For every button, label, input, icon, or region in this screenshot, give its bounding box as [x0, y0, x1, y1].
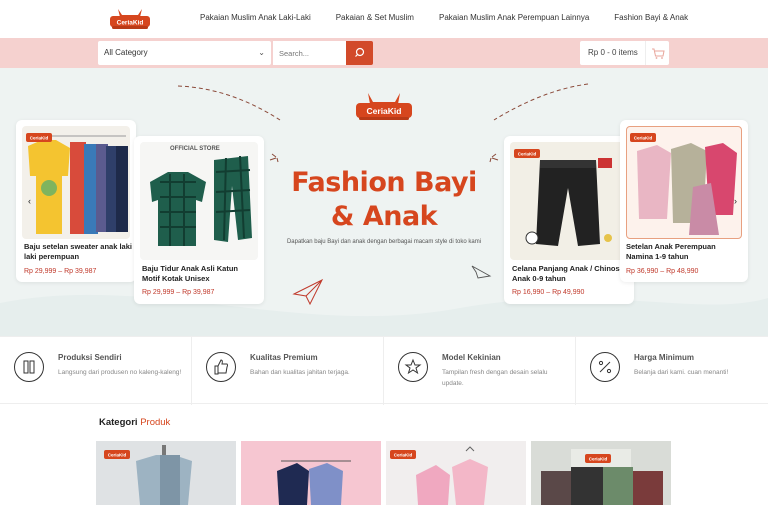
- hero-title-line2: & Anak: [330, 201, 438, 232]
- svg-text:CeriaKid: CeriaKid: [30, 136, 49, 141]
- cart-icon: [652, 48, 665, 59]
- cart-button[interactable]: [645, 41, 669, 65]
- feature-title: Model Kekinian: [442, 353, 501, 362]
- category-card[interactable]: CeriaKid: [96, 441, 236, 505]
- svg-text:CeriaKid: CeriaKid: [117, 20, 144, 27]
- product-price: Rp 16,990 – Rp 49,990: [512, 289, 585, 296]
- dashed-swirl-left: [177, 85, 281, 121]
- product-price: Rp 36,990 – Rp 48,990: [626, 268, 699, 275]
- feature-item: Kualitas Premium Bahan dan kualitas jahi…: [192, 337, 384, 405]
- feature-item: Model Kekinian Tampilan fresh dengan des…: [384, 337, 576, 405]
- search-button[interactable]: [346, 41, 373, 65]
- nav-item-perempuan[interactable]: Pakaian Muslim Anak Perempuan Lainnya: [439, 13, 589, 22]
- svg-text:CeriaKid: CeriaKid: [589, 457, 608, 462]
- product-card[interactable]: OFFICIAL STORE Baju Tidur Anak Asli Katu…: [134, 136, 264, 304]
- kategori-heading-accent: Produk: [140, 417, 171, 428]
- percent-icon: [590, 352, 620, 382]
- carousel-prev-arrow[interactable]: ‹: [28, 196, 31, 206]
- cart-summary[interactable]: Rp 0 - 0 items: [580, 41, 669, 65]
- category-image: [277, 460, 351, 505]
- cart-label: Rp 0 - 0 items: [588, 48, 638, 57]
- carousel-next-arrow[interactable]: ›: [734, 196, 737, 206]
- feature-desc: Langsung dari produsen no kaleng-kaleng!: [58, 369, 182, 376]
- nav-item-fashion-bayi[interactable]: Fashion Bayi & Anak: [614, 13, 688, 22]
- sparkle-right: [489, 153, 499, 163]
- product-price: Rp 29,999 – Rp 39,987: [142, 289, 215, 296]
- paper-plane-icon: [292, 278, 324, 306]
- ceriakid-badge: CeriaKid: [26, 130, 52, 144]
- hero-title-line1: Fashion Bayi: [291, 167, 477, 198]
- features-bar: Produksi Sendiri Langsung dari produsen …: [0, 336, 768, 405]
- chevron-down-icon: ⌄: [258, 48, 265, 57]
- ceriakid-badge: CeriaKid: [514, 146, 540, 160]
- product-card[interactable]: CeriaKid Setelan Anak Perempuan Namina 1…: [620, 120, 748, 282]
- star-icon: [398, 352, 428, 382]
- ceriakid-badge: CeriaKid: [390, 447, 416, 461]
- feature-desc: Bahan dan kualitas jahitan terjaga.: [250, 369, 350, 376]
- product-name[interactable]: Celana Panjang Anak / Chinos Anak 0-9 ta…: [512, 264, 628, 284]
- product-image[interactable]: [140, 142, 258, 260]
- svg-text:CeriaKid: CeriaKid: [367, 106, 402, 116]
- product-name[interactable]: Baju Tidur Anak Asli Katun Motif Kotak U…: [142, 264, 256, 284]
- dashed-swirl-right: [493, 83, 589, 121]
- hero-banner: CeriaKid Fashion Bayi & Anak Dapatkan ba…: [0, 68, 768, 338]
- feature-title: Kualitas Premium: [250, 353, 318, 362]
- product-name[interactable]: Baju setelan sweater anak laki laki pere…: [24, 242, 132, 262]
- hero-ceriakid-logo: CeriaKid: [356, 93, 412, 120]
- feature-item: Produksi Sendiri Langsung dari produsen …: [0, 337, 192, 405]
- feature-title: Produksi Sendiri: [58, 353, 122, 362]
- category-card[interactable]: CeriaKid: [531, 441, 671, 505]
- thumbs-up-icon: [206, 352, 236, 382]
- top-navbar: CeriaKid Pakaian Muslim Anak Laki-Laki P…: [0, 0, 768, 38]
- product-price: Rp 29,999 – Rp 39,987: [24, 268, 97, 275]
- nav-item-set-muslim[interactable]: Pakaian & Set Muslim: [336, 13, 414, 22]
- ceriakid-badge: CeriaKid: [630, 130, 656, 144]
- feature-item: Harga Minimum Belanja dari kami. cuan me…: [576, 337, 768, 405]
- main-nav: Pakaian Muslim Anak Laki-Laki Pakaian & …: [200, 13, 713, 22]
- sparkle-left: [269, 153, 279, 163]
- category-select[interactable]: All Category ⌄: [98, 41, 271, 65]
- paper-plane-small-icon: [471, 265, 492, 279]
- svg-text:CeriaKid: CeriaKid: [518, 152, 537, 157]
- feature-desc: Tampilan fresh dengan desain selalu upda…: [442, 369, 548, 387]
- svg-text:CeriaKid: CeriaKid: [108, 453, 127, 458]
- nav-item-laki-laki[interactable]: Pakaian Muslim Anak Laki-Laki: [200, 13, 311, 22]
- kategori-heading: Kategori Produk: [99, 417, 170, 428]
- ceriakid-badge: CeriaKid: [104, 447, 130, 461]
- search-input[interactable]: [273, 41, 346, 65]
- category-select-value: All Category: [104, 48, 148, 57]
- svg-text:CeriaKid: CeriaKid: [394, 453, 413, 458]
- feature-desc: Belanja dari kami. cuan menanti!: [634, 369, 729, 376]
- hero-title: Fashion Bayi & Anak: [270, 166, 498, 234]
- hero-subtitle: Dapatkan baju Bayi dan anak dengan berba…: [286, 239, 482, 245]
- ceriakid-logo[interactable]: CeriaKid: [108, 6, 152, 31]
- kategori-heading-main: Kategori: [99, 417, 138, 428]
- product-card[interactable]: CeriaKid Baju setelan sweater anak laki …: [16, 120, 136, 282]
- ceriakid-badge: CeriaKid: [585, 451, 611, 465]
- pajama-set-image: [150, 155, 252, 246]
- category-card[interactable]: [241, 441, 381, 505]
- product-name[interactable]: Setelan Anak Perempuan Namina 1-9 tahun: [626, 242, 738, 262]
- svg-text:CeriaKid: CeriaKid: [634, 136, 653, 141]
- feature-title: Harga Minimum: [634, 353, 695, 362]
- official-store-stamp: OFFICIAL STORE: [170, 146, 220, 152]
- factory-icon: [14, 352, 44, 382]
- product-card[interactable]: CeriaKid Celana Panjang Anak / Chinos An…: [504, 136, 634, 304]
- category-card[interactable]: CeriaKid: [386, 441, 526, 505]
- search-icon: [355, 47, 365, 57]
